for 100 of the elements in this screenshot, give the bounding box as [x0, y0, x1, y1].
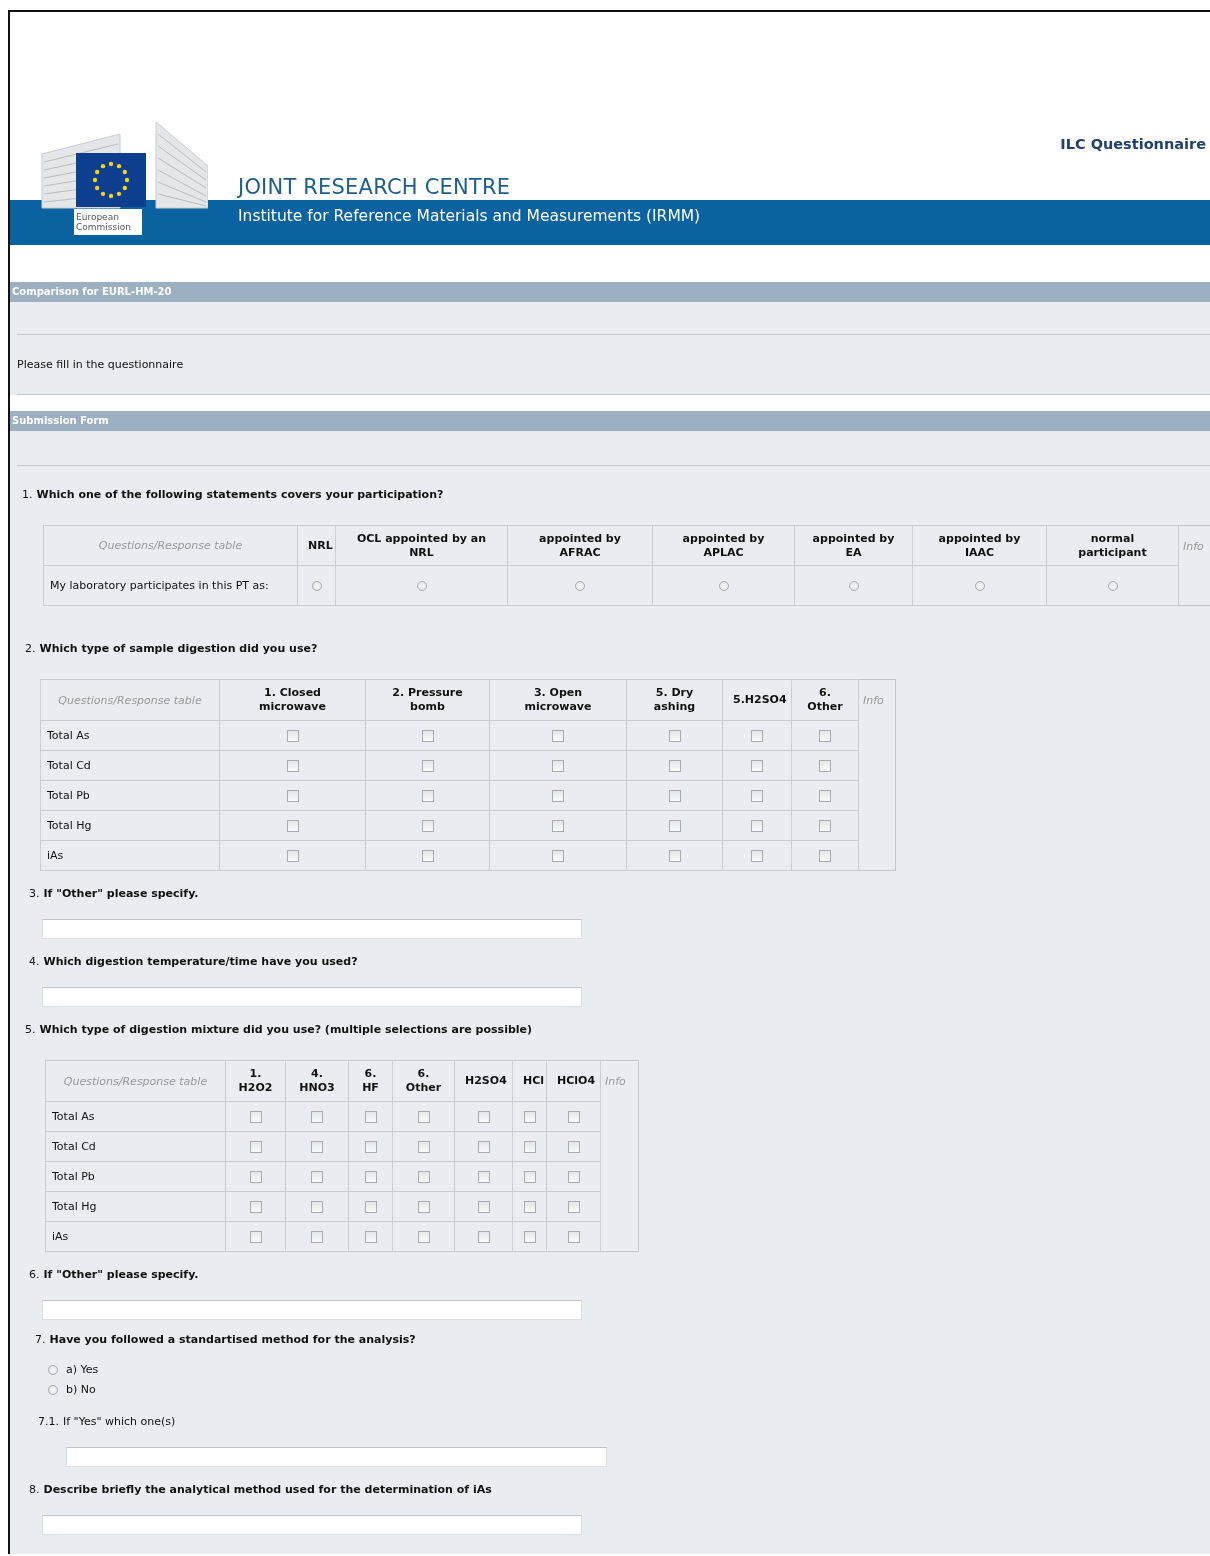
checkbox[interactable] — [249, 1111, 262, 1123]
question-text: Which one of the following statements covers your participation? — [36, 488, 444, 501]
question-text: Have you followed a standartised method for the analysis? — [49, 1333, 416, 1346]
radio-button[interactable] — [311, 581, 322, 591]
checkbox[interactable] — [311, 1171, 323, 1183]
input-field[interactable] — [42, 987, 582, 1007]
column-header: 6. Other — [791, 679, 859, 721]
checkbox[interactable] — [751, 820, 763, 832]
radio-button[interactable] — [848, 581, 859, 591]
checkbox[interactable] — [477, 1231, 490, 1243]
checkbox[interactable] — [819, 820, 831, 832]
column-header: 4. HNO3 — [285, 1060, 349, 1102]
checkbox[interactable] — [311, 1141, 323, 1153]
checkbox[interactable] — [311, 1111, 323, 1123]
checkbox[interactable] — [417, 1141, 430, 1153]
checkbox[interactable] — [552, 790, 564, 802]
checkbox[interactable] — [286, 760, 299, 772]
radio-button[interactable] — [1107, 581, 1118, 591]
checkbox[interactable] — [523, 1111, 536, 1123]
checkbox[interactable] — [567, 1141, 580, 1153]
checkbox[interactable] — [286, 850, 299, 862]
row-label: My laboratory participates in this PT as: — [43, 565, 298, 606]
radio-button[interactable] — [575, 581, 585, 591]
checkbox[interactable] — [819, 850, 831, 862]
checkbox[interactable] — [751, 850, 763, 862]
checkbox[interactable] — [421, 850, 434, 862]
checkbox[interactable] — [668, 820, 681, 832]
checkbox[interactable] — [421, 730, 434, 742]
checkbox[interactable] — [417, 1171, 430, 1183]
checkbox[interactable] — [523, 1201, 536, 1213]
checkbox[interactable] — [364, 1111, 377, 1123]
checkbox[interactable] — [311, 1201, 323, 1213]
question-number: 4. — [29, 955, 40, 968]
checkbox[interactable] — [364, 1141, 377, 1153]
checkbox[interactable] — [523, 1141, 536, 1153]
checkbox[interactable] — [668, 760, 681, 772]
question-number: 3. — [29, 887, 40, 900]
checkbox[interactable] — [819, 790, 831, 802]
checkbox[interactable] — [421, 760, 434, 772]
radio-option[interactable]: b) No — [48, 1380, 96, 1400]
checkbox[interactable] — [567, 1171, 580, 1183]
input-field[interactable] — [42, 1300, 582, 1320]
checkbox[interactable] — [552, 730, 564, 742]
checkbox[interactable] — [819, 730, 831, 742]
checkbox[interactable] — [417, 1201, 430, 1213]
checkbox[interactable] — [286, 730, 299, 742]
checkbox[interactable] — [751, 790, 763, 802]
checkbox[interactable] — [477, 1201, 490, 1213]
logo-caption: European Commission — [74, 208, 142, 235]
radio-button[interactable] — [416, 581, 427, 591]
section-title: Comparison for EURL-HM-20 — [12, 286, 172, 297]
column-header: appointed by IAAC — [912, 525, 1047, 566]
checkbox[interactable] — [552, 850, 564, 862]
checkbox[interactable] — [249, 1231, 262, 1243]
checkbox[interactable] — [567, 1231, 580, 1243]
row-label: iAs — [40, 840, 220, 871]
row-label: Total Pb — [45, 1161, 226, 1192]
checkbox[interactable] — [249, 1201, 262, 1213]
radio-button[interactable] — [718, 581, 729, 591]
radio-option[interactable]: a) Yes — [48, 1360, 99, 1380]
checkbox[interactable] — [751, 730, 763, 742]
column-header: normal participant — [1046, 525, 1179, 566]
checkbox[interactable] — [552, 760, 564, 772]
checkbox[interactable] — [668, 790, 681, 802]
checkbox[interactable] — [417, 1111, 430, 1123]
intro-text: Please fill in the questionnaire — [17, 357, 185, 373]
checkbox[interactable] — [417, 1231, 430, 1243]
checkbox[interactable] — [286, 820, 299, 832]
question-text: If "Other" please specify. — [43, 1268, 199, 1281]
checkbox[interactable] — [751, 760, 763, 772]
column-header: 2. Pressure bomb — [365, 679, 490, 721]
checkbox[interactable] — [477, 1171, 490, 1183]
checkbox[interactable] — [523, 1171, 536, 1183]
checkbox[interactable] — [552, 820, 564, 832]
checkbox[interactable] — [477, 1141, 490, 1153]
checkbox[interactable] — [421, 790, 434, 802]
column-header: 6. Other — [392, 1060, 455, 1102]
input-field[interactable] — [66, 1447, 607, 1467]
question-text: If "Other" please specify. — [43, 887, 199, 900]
checkbox[interactable] — [523, 1231, 536, 1243]
checkbox[interactable] — [421, 820, 434, 832]
checkbox[interactable] — [477, 1111, 490, 1123]
checkbox[interactable] — [668, 850, 681, 862]
checkbox[interactable] — [668, 730, 681, 742]
checkbox[interactable] — [364, 1201, 377, 1213]
checkbox[interactable] — [249, 1141, 262, 1153]
checkbox[interactable] — [364, 1171, 377, 1183]
checkbox[interactable] — [249, 1171, 262, 1183]
checkbox[interactable] — [364, 1231, 377, 1243]
row-label: Total Cd — [40, 750, 220, 781]
radio-button[interactable] — [974, 581, 985, 591]
input-field[interactable] — [42, 919, 582, 939]
input-field[interactable] — [42, 1515, 582, 1535]
checkbox[interactable] — [567, 1111, 580, 1123]
app-title: ILC Questionnaire — [1060, 136, 1206, 152]
checkbox[interactable] — [567, 1201, 580, 1213]
checkbox[interactable] — [819, 760, 831, 772]
row-label: Total As — [40, 720, 220, 751]
checkbox[interactable] — [311, 1231, 323, 1243]
checkbox[interactable] — [286, 790, 299, 802]
